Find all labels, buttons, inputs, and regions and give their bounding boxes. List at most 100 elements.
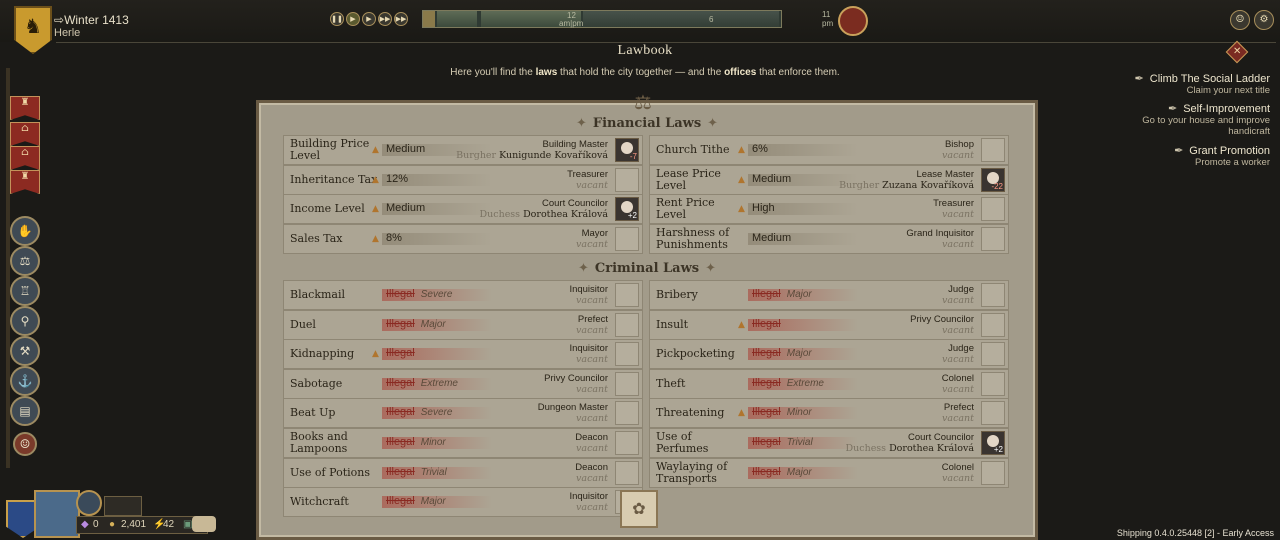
empty-office-slot[interactable] (615, 431, 639, 455)
office-holder: vacant (388, 384, 608, 395)
law-row[interactable]: Sabotage Illegal Extreme Privy Councilor vac… (283, 368, 643, 399)
tools-icon[interactable]: ⚒ (10, 336, 40, 366)
holder-rank: Duchess (479, 209, 521, 221)
character-icon[interactable]: ☺ (1230, 10, 1250, 30)
office-title: Inquisitor (569, 491, 608, 503)
empty-office-slot[interactable] (615, 460, 639, 485)
quest-item[interactable]: ✒ Climb The Social Ladder Claim your next… (1135, 72, 1270, 96)
coins-icon: ● (109, 519, 116, 530)
empty-office-slot[interactable] (981, 197, 1005, 222)
banner-house-icon[interactable]: ⌂ (10, 122, 40, 146)
empty-office-slot[interactable] (981, 401, 1005, 426)
law-name: Inheritance Tax (290, 166, 378, 194)
office-holder-portrait[interactable]: -22 (981, 167, 1005, 192)
law-name-text: Books and Lampoons (290, 430, 348, 455)
empty-office-slot[interactable] (981, 371, 1005, 396)
play-button[interactable]: ▶ (346, 12, 360, 26)
law-row[interactable]: Use of Potions Illegal Trivial Deacon vacant (283, 457, 643, 488)
pause-button[interactable]: ❚❚ (330, 12, 344, 26)
office-holder-portrait[interactable]: +2 (615, 197, 639, 222)
day-timeline[interactable]: 12 am|pm 6 (422, 10, 782, 28)
law-row[interactable]: Duel Illegal Major Prefect vacant (283, 309, 643, 340)
law-row[interactable]: Income Level ▲ Medium Court Councilor Duches… (283, 194, 643, 225)
law-row[interactable]: Theft Illegal Extreme Colonel vacant (649, 368, 1009, 399)
empty-office-slot[interactable] (615, 283, 639, 307)
banner-crest-icon[interactable]: ♜ (10, 96, 40, 120)
office-title: Lease Master (916, 168, 974, 180)
holder-name: vacant (942, 295, 974, 306)
law-row[interactable]: Rent Price Level ▲ High Treasurer vacant (649, 194, 1009, 225)
law-row[interactable]: Use of Perfumes Illegal Trivial Court Counc… (649, 428, 1009, 458)
office-title: Grand Inquisitor (906, 227, 974, 239)
banner-shop-icon[interactable]: ⌂ (10, 146, 40, 170)
seal-icon[interactable]: ✿ (620, 490, 658, 528)
law-row[interactable]: Lease Price Level ▲ Medium Lease Master Burg… (649, 164, 1009, 195)
magnifier-icon[interactable]: ⚲ (10, 306, 40, 336)
law-row[interactable]: Bribery Illegal Major Judge vacant (649, 280, 1009, 310)
quest-item[interactable]: ✒ Grant Promotion Promote a worker (1174, 144, 1270, 168)
family-crest-icon[interactable]: ♞ (14, 6, 52, 54)
law-name-text: Waylaying of Transports (656, 459, 728, 485)
law-row[interactable]: Threatening ▲ Illegal Minor Prefect vacant (649, 398, 1009, 429)
settings-gear-icon[interactable]: ⚙ (1254, 10, 1274, 30)
quest-item[interactable]: ✒ Self-Improvement Go to your house and i… (1120, 102, 1270, 137)
office-holder-portrait[interactable]: +2 (981, 431, 1005, 455)
law-row[interactable]: Harshness of Punishments Medium Grand Inqu… (649, 223, 1009, 254)
lighthouse-icon[interactable]: ♖ (10, 276, 40, 306)
scales-icon[interactable]: ⚖ (10, 246, 40, 276)
empty-office-slot[interactable] (615, 167, 639, 192)
empty-office-slot[interactable] (615, 342, 639, 367)
empty-office-slot[interactable] (981, 283, 1005, 307)
law-row[interactable]: Church Tithe ▲ 6% Bishop vacant (649, 135, 1009, 165)
empty-office-slot[interactable] (981, 226, 1005, 251)
tools-slot-icon[interactable] (104, 496, 142, 516)
banner-castle-icon[interactable]: ♜ (10, 170, 40, 194)
scales-ornament-icon: ⚖ (634, 90, 652, 114)
law-row[interactable]: Beat Up Illegal Severe Dungeon Master vacant (283, 398, 643, 429)
law-row[interactable]: Pickpocketing Illegal Major Judge vacant (649, 339, 1009, 370)
office-title: Dungeon Master (537, 402, 608, 414)
holder-name: vacant (576, 295, 608, 306)
law-row[interactable]: Books and Lampoons Illegal Minor Deacon vaca… (283, 428, 643, 458)
speed-1-button[interactable]: ▶ (362, 12, 376, 26)
empty-office-slot[interactable] (981, 460, 1005, 485)
avatar[interactable] (34, 490, 80, 538)
law-row[interactable]: Inheritance Tax ▲ 12% Treasurer vacant (283, 164, 643, 195)
office-title: Prefect (943, 402, 974, 414)
empty-office-slot[interactable] (615, 312, 639, 337)
law-row[interactable]: Building Price Level ▲ Medium Building Mast… (283, 135, 643, 165)
scroll-icon[interactable] (838, 6, 868, 36)
empty-office-slot[interactable] (981, 312, 1005, 337)
warning-icon: ▲ (738, 408, 745, 419)
law-row[interactable]: Witchcraft Illegal Major Inquisitor vacant (283, 487, 643, 518)
scroll-icon[interactable] (192, 516, 216, 532)
handshake-icon[interactable]: ✋ (10, 216, 40, 246)
empty-office-slot[interactable] (615, 226, 639, 251)
office-title: Judge (948, 284, 974, 295)
holder-name: vacant (942, 413, 974, 425)
law-name-text: Bribery (656, 288, 698, 301)
office-info: Treasurer vacant (388, 169, 608, 191)
ship-icon[interactable]: ⚓ (10, 366, 40, 396)
empty-office-slot[interactable] (615, 401, 639, 426)
spouse-avatar[interactable] (76, 490, 102, 516)
office-holder: Duchess Dorothea Králová (754, 443, 974, 454)
office-holder-portrait[interactable]: -7 (615, 138, 639, 162)
office-holder: Burgher Kunigunde Kovaříková (388, 150, 608, 161)
empty-office-slot[interactable] (981, 342, 1005, 367)
law-row[interactable]: Blackmail Illegal Severe Inquisitor vacant (283, 280, 643, 310)
speed-3-button[interactable]: ▶▶ (394, 12, 408, 26)
law-row[interactable]: Waylaying of Transports Illegal Major Colon… (649, 457, 1009, 488)
law-row[interactable]: Insult ▲ Illegal Privy Councilor vacant (649, 309, 1009, 340)
law-row[interactable]: Kidnapping ▲ Illegal Inquisitor vacant (283, 339, 643, 370)
window-subtitle: Here you'll find the laws that hold the … (300, 67, 990, 78)
speed-2-button[interactable]: ▶▶ (378, 12, 392, 26)
law-name-text: Harshness of Punishments (656, 225, 730, 251)
empty-office-slot[interactable] (981, 138, 1005, 162)
office-title: Court Councilor (542, 198, 608, 210)
book-icon[interactable]: ▤ (10, 396, 40, 426)
law-row[interactable]: Sales Tax ▲ 8% Mayor vacant (283, 223, 643, 254)
empty-office-slot[interactable] (615, 371, 639, 396)
section-title-text: Criminal Laws (594, 261, 700, 276)
character-small-icon[interactable]: ☺ (13, 432, 37, 456)
